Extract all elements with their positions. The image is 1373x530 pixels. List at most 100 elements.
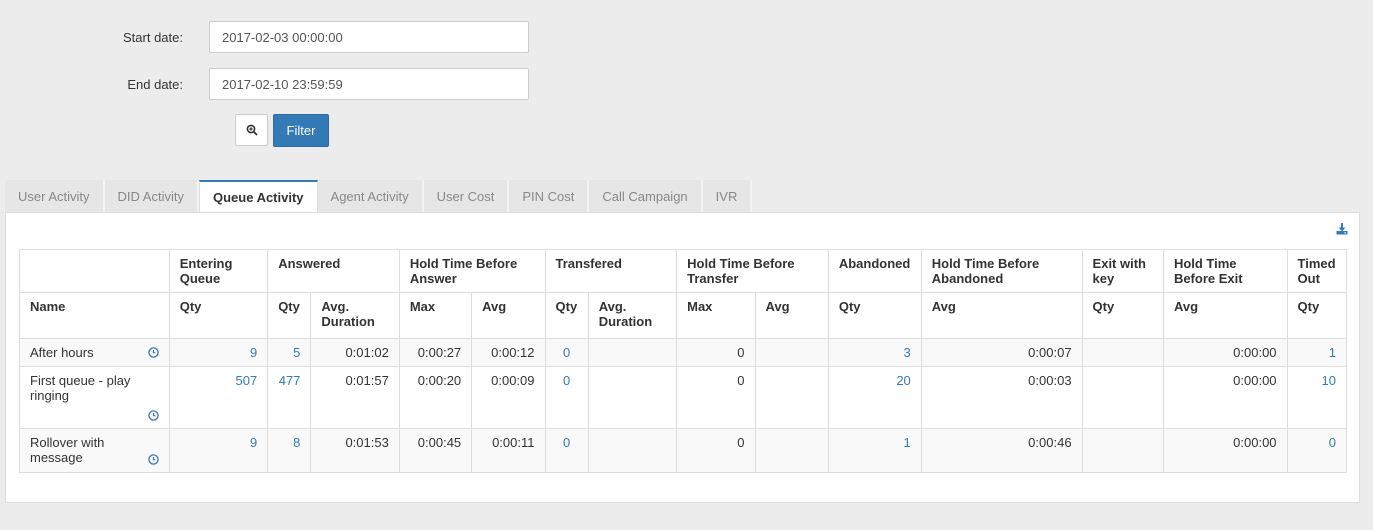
- subheader-answered-qty: Qty: [267, 292, 312, 339]
- queue-name: Rollover with message: [30, 435, 105, 465]
- answered-qty-link[interactable]: 8: [293, 435, 300, 450]
- subheader-name: Name: [19, 292, 170, 339]
- tab-ivr[interactable]: IVR: [702, 180, 753, 213]
- tab-queue-activity[interactable]: Queue Activity: [198, 180, 318, 213]
- transfered-avg-duration: [587, 338, 678, 367]
- hold-abandoned-avg: 0:00:46: [920, 428, 1083, 473]
- filter-actions: Filter: [235, 114, 329, 147]
- download-icon: [1336, 223, 1348, 235]
- transfered-qty-link[interactable]: 0: [563, 345, 570, 360]
- hold-transfer-avg: [754, 366, 829, 429]
- timed-out-qty-cell[interactable]: 10: [1286, 366, 1348, 429]
- hold-abandoned-avg: 0:00:03: [920, 366, 1083, 429]
- abandoned-qty-link[interactable]: 3: [904, 345, 911, 360]
- hold-exit-avg: 0:00:00: [1162, 366, 1288, 429]
- subheader-hold-transfer-avg: Avg: [754, 292, 829, 339]
- tab-did-activity[interactable]: DID Activity: [104, 180, 199, 213]
- entering-qty-link[interactable]: 9: [250, 345, 257, 360]
- transfered-qty-cell[interactable]: 0: [544, 366, 589, 429]
- clock-icon[interactable]: [147, 453, 159, 468]
- abandoned-qty-link[interactable]: 20: [896, 373, 910, 388]
- transfered-avg-duration: [587, 366, 678, 429]
- timed-out-qty-cell[interactable]: 1: [1286, 338, 1348, 367]
- hold-answer-avg: 0:00:11: [471, 428, 546, 473]
- answered-avg-duration: 0:01:53: [310, 428, 400, 473]
- filter-button[interactable]: Filter: [273, 114, 329, 147]
- abandoned-qty-link[interactable]: 1: [904, 435, 911, 450]
- hold-answer-max: 0:00:20: [398, 366, 473, 429]
- header-empty: [19, 249, 170, 293]
- start-date-input[interactable]: 2017-02-03 00:00:00: [209, 21, 529, 53]
- exit-key-qty: [1081, 428, 1164, 473]
- queue-name: First queue - play ringing: [30, 373, 131, 403]
- hold-answer-max: 0:00:45: [398, 428, 473, 473]
- zoom-button[interactable]: [235, 114, 268, 146]
- queue-activity-table: Entering Queue Answered Hold Time Before…: [19, 249, 1348, 473]
- table-row: First queue - play ringing 507 477 0:01:…: [19, 366, 1348, 429]
- zoom-in-icon: [246, 124, 258, 136]
- abandoned-qty-cell[interactable]: 3: [827, 338, 922, 367]
- subheader-hold-transfer-max: Max: [676, 292, 756, 339]
- tab-call-campaign[interactable]: Call Campaign: [589, 180, 703, 213]
- transfered-qty-link[interactable]: 0: [563, 373, 570, 388]
- queue-activity-panel: Entering Queue Answered Hold Time Before…: [5, 212, 1360, 503]
- queue-name-cell: First queue - play ringing: [19, 366, 170, 429]
- end-date-input[interactable]: 2017-02-10 23:59:59: [209, 68, 529, 100]
- table-row: Rollover with message 9 8 0:01:53 0:00:4…: [19, 428, 1348, 473]
- abandoned-qty-cell[interactable]: 20: [827, 366, 922, 429]
- subheader-hold-answer-avg: Avg: [471, 292, 546, 339]
- header-hold-before-abandoned: Hold Time Before Abandoned: [920, 249, 1083, 293]
- entering-qty-cell[interactable]: 9: [168, 428, 269, 473]
- entering-qty-cell[interactable]: 507: [168, 366, 269, 429]
- start-date-label: Start date:: [123, 29, 183, 45]
- download-button[interactable]: [1336, 223, 1348, 238]
- transfered-qty-cell[interactable]: 0: [544, 338, 589, 367]
- subheader-hold-abandoned-avg: Avg: [920, 292, 1083, 339]
- subheader-timed-out-qty: Qty: [1286, 292, 1348, 339]
- hold-transfer-max: 0: [676, 338, 756, 367]
- hold-answer-avg: 0:00:12: [471, 338, 546, 367]
- answered-avg-duration: 0:01:02: [310, 338, 400, 367]
- report-tabs: User Activity DID Activity Queue Activit…: [5, 180, 753, 213]
- header-hold-before-exit: Hold Time Before Exit: [1162, 249, 1288, 293]
- entering-qty-link[interactable]: 9: [250, 435, 257, 450]
- answered-qty-cell[interactable]: 8: [267, 428, 312, 473]
- timed-out-qty-link[interactable]: 10: [1322, 373, 1336, 388]
- exit-key-qty: [1081, 366, 1164, 429]
- header-hold-before-answer: Hold Time Before Answer: [398, 249, 546, 293]
- timed-out-qty-cell[interactable]: 0: [1286, 428, 1348, 473]
- hold-exit-avg: 0:00:00: [1162, 428, 1288, 473]
- timed-out-qty-link[interactable]: 0: [1329, 435, 1336, 450]
- answered-qty-link[interactable]: 5: [293, 345, 300, 360]
- answered-avg-duration: 0:01:57: [310, 366, 400, 429]
- clock-icon[interactable]: [147, 346, 159, 361]
- hold-transfer-avg: [754, 428, 829, 473]
- queue-name: After hours: [30, 345, 94, 360]
- tab-agent-activity[interactable]: Agent Activity: [317, 180, 424, 213]
- timed-out-qty-link[interactable]: 1: [1329, 345, 1336, 360]
- entering-qty-link[interactable]: 507: [235, 373, 257, 388]
- subheader-abandoned-qty: Qty: [827, 292, 922, 339]
- abandoned-qty-cell[interactable]: 1: [827, 428, 922, 473]
- tab-pin-cost[interactable]: PIN Cost: [509, 180, 590, 213]
- end-date-label: End date:: [127, 76, 183, 92]
- transfered-qty-cell[interactable]: 0: [544, 428, 589, 473]
- tab-user-cost[interactable]: User Cost: [423, 180, 510, 213]
- answered-qty-cell[interactable]: 5: [267, 338, 312, 367]
- transfered-qty-link[interactable]: 0: [563, 435, 570, 450]
- answered-qty-link[interactable]: 477: [279, 373, 301, 388]
- answered-qty-cell[interactable]: 477: [267, 366, 312, 429]
- queue-name-cell: After hours: [19, 338, 170, 367]
- header-entering-queue: Entering Queue: [168, 249, 269, 293]
- header-abandoned: Abandoned: [827, 249, 922, 293]
- header-transfered: Transfered: [544, 249, 678, 293]
- tab-user-activity[interactable]: User Activity: [5, 180, 105, 213]
- start-date-row: Start date: 2017-02-03 00:00:00: [0, 21, 529, 53]
- clock-icon[interactable]: [147, 409, 159, 424]
- queue-name-cell: Rollover with message: [19, 428, 170, 473]
- sub-header-row: Name Qty Qty Avg. Duration Max Avg Qty A…: [19, 292, 1348, 339]
- entering-qty-cell[interactable]: 9: [168, 338, 269, 367]
- subheader-exit-key-qty: Qty: [1081, 292, 1164, 339]
- hold-exit-avg: 0:00:00: [1162, 338, 1288, 367]
- group-header-row: Entering Queue Answered Hold Time Before…: [19, 249, 1348, 293]
